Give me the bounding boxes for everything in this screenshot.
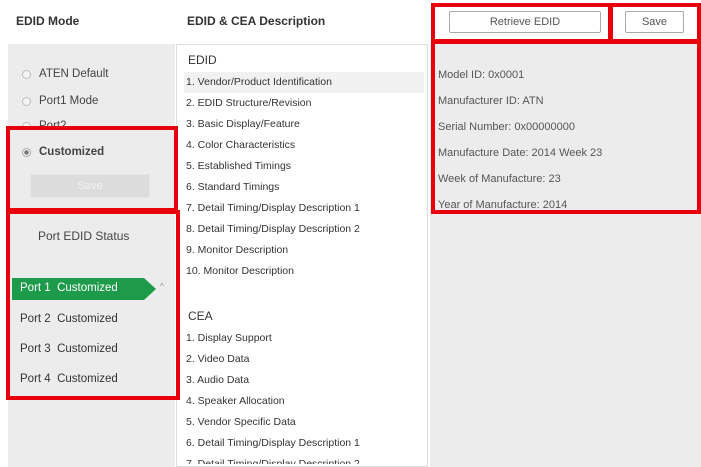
cea-list: 1. Display Support 2. Video Data 3. Audi… [186, 328, 360, 464]
edid-item[interactable]: 5. Established Timings [186, 156, 360, 177]
edid-cea-description-header: EDID & CEA Description [187, 14, 326, 28]
edid-list: 1. Vendor/Product Identification 2. EDID… [186, 72, 360, 282]
radio-icon [22, 69, 31, 79]
edid-item[interactable]: 9. Monitor Description [186, 240, 360, 261]
edid-item[interactable]: 1. Vendor/Product Identification [186, 72, 360, 93]
highlight-box-port-status [6, 210, 180, 400]
edid-item[interactable]: 2. EDID Structure/Revision [186, 93, 360, 114]
cea-section-title: CEA [188, 309, 213, 323]
edid-item[interactable]: 3. Basic Display/Feature [186, 114, 360, 135]
highlight-box-retrieve [431, 3, 612, 43]
highlight-box-customized [6, 126, 178, 212]
edid-item[interactable]: 10. Monitor Description [186, 261, 360, 282]
cea-item[interactable]: 4. Speaker Allocation [186, 391, 360, 412]
highlight-box-info [431, 40, 701, 214]
cea-item[interactable]: 7. Detail Timing/Display Description 2 [186, 454, 360, 464]
highlight-box-save [609, 3, 701, 43]
edid-item[interactable]: 4. Color Characteristics [186, 135, 360, 156]
radio-port1-mode[interactable]: Port1 Mode [22, 95, 98, 107]
cea-item[interactable]: 5. Vendor Specific Data [186, 412, 360, 433]
edid-section-title: EDID [188, 53, 217, 67]
cea-item[interactable]: 3. Audio Data [186, 370, 360, 391]
edid-mode-header: EDID Mode [16, 14, 80, 28]
radio-icon [22, 96, 31, 106]
cea-item[interactable]: 1. Display Support [186, 328, 360, 349]
cea-item[interactable]: 2. Video Data [186, 349, 360, 370]
edid-item[interactable]: 7. Detail Timing/Display Description 1 [186, 198, 360, 219]
radio-label: Port1 Mode [39, 95, 99, 107]
edid-item[interactable]: 8. Detail Timing/Display Description 2 [186, 219, 360, 240]
radio-label: ATEN Default [39, 68, 109, 80]
cea-item[interactable]: 6. Detail Timing/Display Description 1 [186, 433, 360, 454]
edid-item[interactable]: 6. Standard Timings [186, 177, 360, 198]
radio-aten-default[interactable]: ATEN Default [22, 68, 108, 80]
